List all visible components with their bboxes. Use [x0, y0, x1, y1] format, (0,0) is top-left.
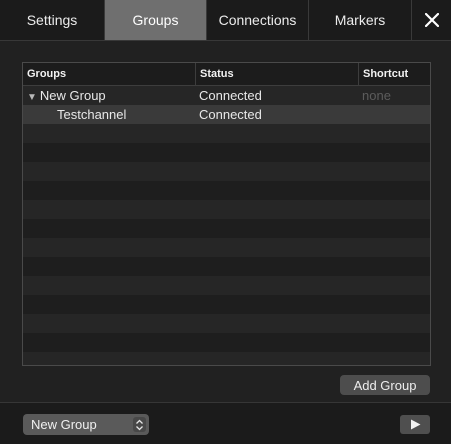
column-header-groups[interactable]: Groups — [23, 63, 196, 85]
play-button[interactable] — [400, 415, 430, 434]
table-row-testchannel[interactable]: Testchannel Connected — [23, 105, 430, 124]
play-icon — [410, 419, 420, 430]
group-status: Connected — [199, 88, 262, 103]
tab-connections[interactable]: Connections — [207, 0, 309, 40]
group-select-value: New Group — [31, 417, 97, 432]
table-row-empty[interactable] — [23, 276, 430, 295]
table-row-empty[interactable] — [23, 352, 430, 365]
table-row-empty[interactable] — [23, 124, 430, 143]
table-row-empty[interactable] — [23, 257, 430, 276]
table-row-new-group[interactable]: ▼ New Group Connected none — [23, 86, 430, 105]
table-row-empty[interactable] — [23, 314, 430, 333]
table-row-empty[interactable] — [23, 219, 430, 238]
tab-groups[interactable]: Groups — [105, 0, 207, 40]
group-name: New Group — [39, 88, 106, 103]
bottom-bar: New Group — [0, 402, 451, 444]
table-header: Groups Status Shortcut — [23, 63, 430, 86]
group-shortcut[interactable]: none — [362, 86, 391, 105]
close-button[interactable] — [413, 0, 451, 40]
tab-settings[interactable]: Settings — [0, 0, 105, 40]
table-row-empty[interactable] — [23, 295, 430, 314]
group-select[interactable]: New Group — [23, 414, 149, 435]
column-header-shortcut[interactable]: Shortcut — [359, 63, 430, 85]
channel-name: Testchannel — [57, 107, 127, 122]
close-icon — [425, 13, 439, 27]
group-name-cell: ▼ New Group — [27, 86, 106, 105]
table-row-empty[interactable] — [23, 238, 430, 257]
table-row-empty[interactable] — [23, 162, 430, 181]
table-row-empty[interactable] — [23, 143, 430, 162]
table-body: ▼ New Group Connected none Testchannel Co… — [23, 86, 430, 365]
channel-status: Connected — [199, 107, 262, 122]
column-header-status[interactable]: Status — [196, 63, 359, 85]
tab-markers[interactable]: Markers — [309, 0, 412, 40]
table-row-empty[interactable] — [23, 333, 430, 352]
add-group-button[interactable]: Add Group — [340, 375, 430, 395]
groups-table: Groups Status Shortcut ▼ New Group Connec… — [22, 62, 431, 366]
table-row-empty[interactable] — [23, 181, 430, 200]
tab-bar: Settings Groups Connections Markers — [0, 0, 451, 41]
up-down-stepper-icon — [133, 417, 146, 432]
table-row-empty[interactable] — [23, 200, 430, 219]
